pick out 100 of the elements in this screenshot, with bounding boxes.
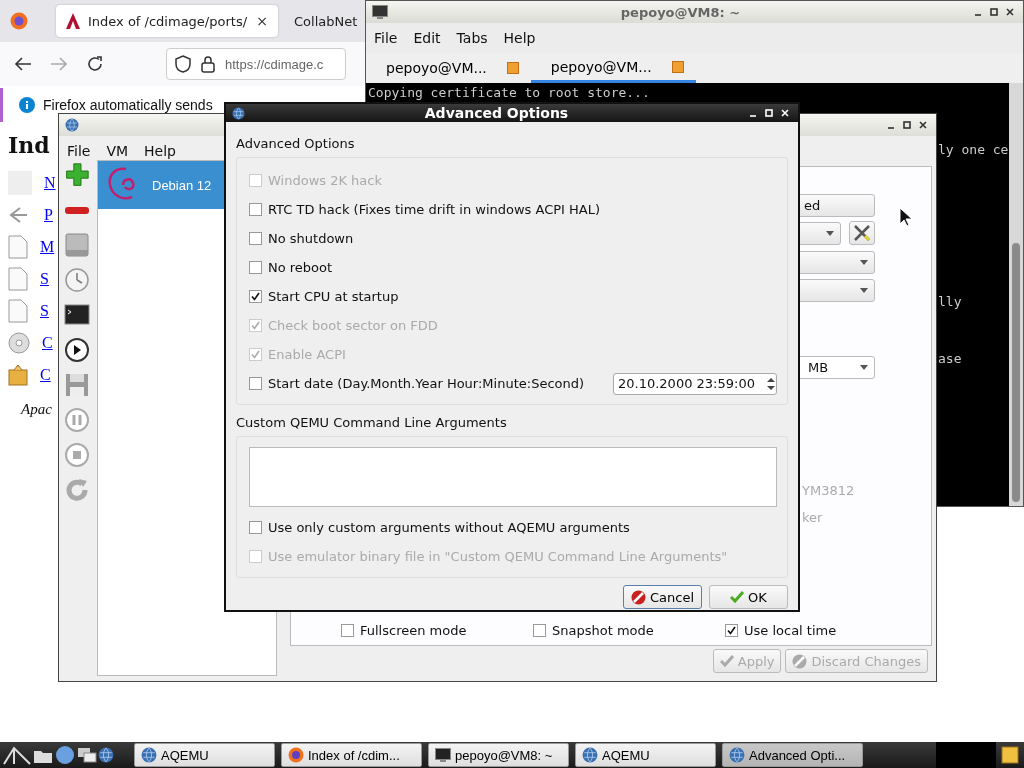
document-icon bbox=[8, 234, 28, 259]
tools-button[interactable] bbox=[849, 221, 875, 245]
terminal-icon[interactable] bbox=[63, 302, 91, 328]
terminal-line: lly bbox=[938, 293, 962, 311]
spin-arrows-icon[interactable] bbox=[766, 375, 776, 392]
directory-link[interactable]: C bbox=[42, 333, 53, 352]
system-tray bbox=[936, 742, 996, 768]
terminal-icon bbox=[435, 748, 451, 762]
reload-icon[interactable] bbox=[86, 55, 104, 73]
close-tab-icon[interactable] bbox=[506, 62, 519, 74]
app-icon bbox=[65, 118, 79, 132]
tools-icon bbox=[853, 224, 871, 242]
terminal-line: ase bbox=[938, 350, 962, 368]
menu-item[interactable]: File bbox=[67, 143, 91, 159]
play-icon[interactable] bbox=[63, 337, 91, 363]
window-controls-icon[interactable] bbox=[748, 108, 792, 118]
taskbar-button[interactable]: Index of /cdim... bbox=[281, 743, 422, 767]
arguments-field[interactable] bbox=[249, 447, 777, 507]
checkbox[interactable] bbox=[725, 624, 738, 637]
directory-link[interactable]: S bbox=[40, 301, 49, 320]
terminal-line: ly one ce bbox=[938, 141, 1009, 159]
lock-icon bbox=[201, 55, 215, 73]
windows-icon[interactable] bbox=[76, 745, 98, 765]
caret-icon bbox=[860, 260, 868, 265]
menu-item[interactable]: Edit bbox=[413, 30, 441, 46]
close-tab-icon[interactable] bbox=[671, 60, 684, 73]
date-field[interactable]: 20.10.2000 23:59:00 bbox=[613, 372, 777, 395]
checkbox[interactable] bbox=[341, 624, 354, 637]
tray-icon[interactable] bbox=[1000, 745, 1020, 765]
directory-link[interactable]: C bbox=[40, 365, 51, 384]
checkbox[interactable] bbox=[249, 521, 262, 534]
checkbox[interactable] bbox=[249, 377, 262, 390]
option-label: Start date (Day.Month.Year Hour:Minute:Second) bbox=[268, 376, 585, 391]
info-icon bbox=[19, 97, 35, 113]
pause-icon[interactable] bbox=[63, 407, 91, 433]
back-icon[interactable] bbox=[14, 56, 32, 72]
dialog-button[interactable]: Cancel bbox=[623, 585, 702, 609]
checkbox[interactable] bbox=[533, 624, 546, 637]
taskbar-button[interactable]: AQEMU bbox=[134, 743, 275, 767]
option-label: Use only custom arguments without AQEMU arguments bbox=[268, 520, 630, 535]
menu-item[interactable]: Tabs bbox=[456, 30, 488, 46]
browser-icon bbox=[288, 747, 304, 763]
caret-icon bbox=[860, 288, 868, 293]
start-menu-icon[interactable] bbox=[2, 744, 32, 766]
directory-link[interactable]: P bbox=[44, 205, 53, 224]
dialog-title: Advanced Options bbox=[423, 105, 570, 121]
stop-icon[interactable] bbox=[63, 442, 91, 468]
checkbox-label: Use local time bbox=[744, 623, 837, 638]
window-title: pepoyo@VM8: ~ bbox=[619, 4, 742, 20]
checkbox[interactable] bbox=[249, 203, 262, 216]
window-controls-icon[interactable] bbox=[886, 120, 930, 130]
directory-link[interactable]: M bbox=[40, 237, 55, 256]
notification-text: Firefox automatically sends bbox=[43, 97, 213, 113]
address-bar[interactable]: https://cdimage.c bbox=[166, 48, 346, 80]
forward-icon[interactable] bbox=[50, 56, 68, 72]
caret-icon bbox=[860, 365, 868, 370]
mouse-cursor-icon bbox=[899, 207, 913, 227]
clock-icon[interactable] bbox=[63, 267, 91, 293]
taskbar-button[interactable]: Advanced Opti... bbox=[722, 743, 863, 767]
cancel-icon bbox=[630, 589, 646, 605]
cancel-icon bbox=[792, 653, 808, 669]
taskbar-button[interactable]: AQEMU bbox=[575, 743, 716, 767]
check-icon bbox=[719, 655, 734, 667]
menu-item[interactable]: Help bbox=[144, 143, 176, 159]
option-label: No reboot bbox=[268, 260, 333, 275]
terminal-icon bbox=[372, 5, 388, 19]
terminal-tab[interactable]: pepoyo@VM... bbox=[366, 53, 531, 83]
menu-item[interactable]: VM bbox=[106, 143, 129, 159]
hard-drive-icon[interactable] bbox=[63, 232, 91, 258]
browser-icon bbox=[10, 12, 28, 30]
browser-tab[interactable]: CollabNet bbox=[288, 5, 364, 37]
menu-item[interactable]: File bbox=[374, 30, 398, 46]
option-label: Start CPU at startup bbox=[268, 289, 399, 304]
option-label: Use emulator binary file in "Custom QEMU Command Line Arguments" bbox=[268, 549, 728, 564]
group-title: Custom QEMU Command Line Arguments bbox=[236, 415, 508, 430]
speaker-label: ker bbox=[802, 510, 823, 525]
caret-icon bbox=[826, 231, 834, 236]
window-controls-icon[interactable] bbox=[973, 7, 1017, 17]
checkbox[interactable] bbox=[249, 232, 262, 245]
terminal-line: Copying certificate to root store... bbox=[368, 84, 650, 102]
taskbar-button[interactable]: pepoyo@VM8: ~ bbox=[428, 743, 569, 767]
checkbox[interactable] bbox=[249, 261, 262, 274]
shield-icon bbox=[175, 55, 191, 73]
scrollbar[interactable] bbox=[1009, 83, 1023, 506]
directory-link[interactable]: N bbox=[44, 173, 56, 192]
option-label: Check boot sector on FDD bbox=[268, 318, 438, 333]
page-heading: Ind bbox=[8, 132, 51, 158]
checkbox[interactable] bbox=[249, 290, 262, 303]
menu-item[interactable]: Help bbox=[503, 30, 536, 46]
document-icon bbox=[8, 266, 28, 291]
directory-link[interactable]: S bbox=[40, 269, 49, 288]
group-title: Advanced Options bbox=[236, 136, 356, 151]
plus-icon[interactable] bbox=[63, 162, 91, 188]
server-signature: Apac bbox=[21, 401, 53, 418]
sound-card-label: YM3812 bbox=[802, 483, 855, 498]
site-logo-icon bbox=[66, 13, 80, 29]
close-tab-icon[interactable]: × bbox=[256, 13, 268, 29]
option-label: Enable ACPI bbox=[268, 347, 346, 362]
dialog-button[interactable]: OK bbox=[709, 585, 788, 609]
browser-tab[interactable]: Index of /cdimage/ports/ × bbox=[56, 5, 278, 37]
